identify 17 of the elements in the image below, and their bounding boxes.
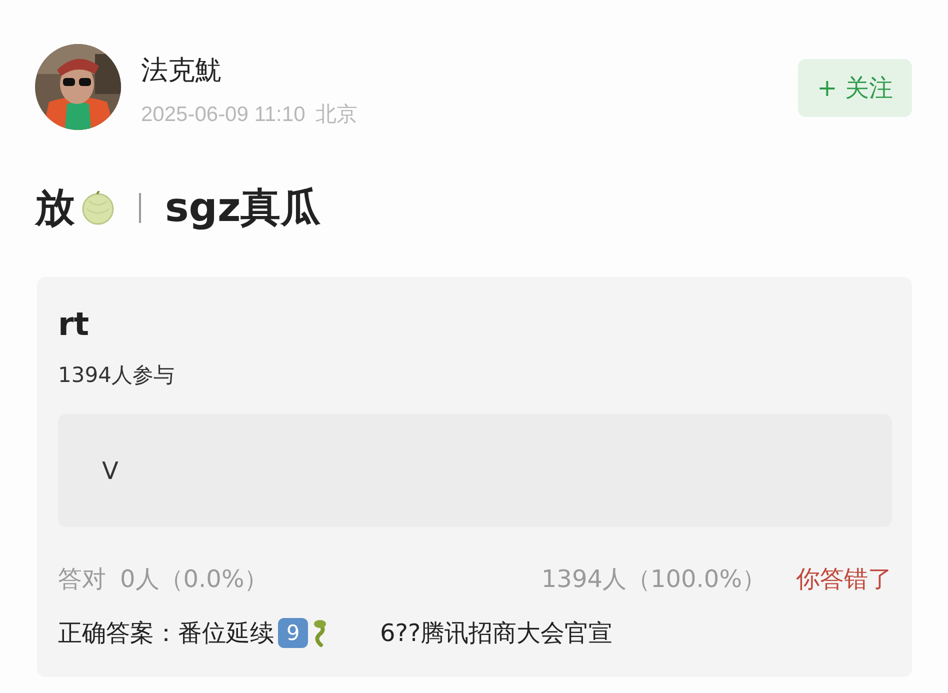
correct-count: 0人（0.0%）: [120, 564, 268, 595]
correct-label: 答对: [58, 564, 106, 595]
answer-text: 6??腾讯招商大会官宣: [380, 618, 613, 649]
quiz-option[interactable]: V: [58, 414, 892, 527]
answer-label: 正确答案：: [58, 618, 178, 649]
answer-text: 番位延续: [178, 618, 274, 649]
number-badge: 9: [278, 618, 308, 648]
participant-count: 1394人参与: [58, 362, 176, 389]
author-name: 法克魷: [141, 54, 223, 88]
post-time: 2025-06-09 11:10: [141, 103, 306, 126]
wrong-count: 1394人（100.0%）: [541, 564, 766, 595]
melon-icon: [81, 190, 115, 224]
post-title: 放: [35, 184, 75, 233]
result-text: 你答错了: [796, 564, 892, 595]
post-title: sgz真瓜: [165, 184, 321, 233]
quiz-question: rt: [58, 305, 90, 343]
post-location: 北京: [315, 103, 358, 126]
